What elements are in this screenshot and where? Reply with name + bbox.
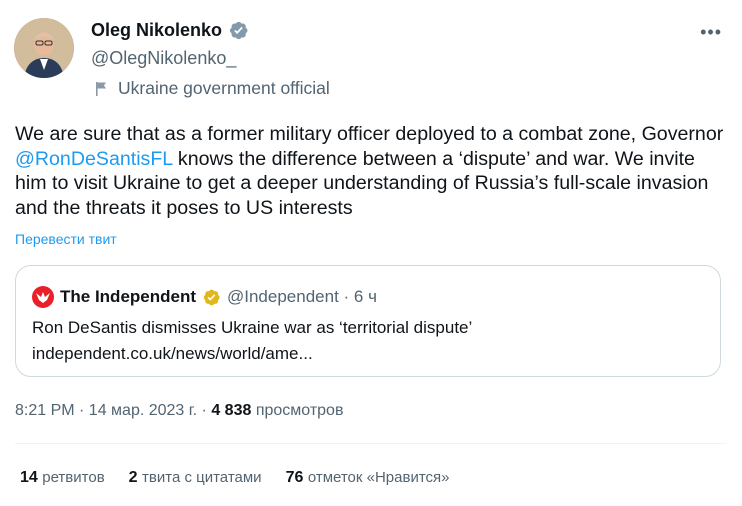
engagement-stats: 14 ретвитов 2 твита с цитатами 76 отмето… <box>20 469 474 487</box>
independent-eagle-logo <box>32 286 54 308</box>
quote-header: The Independent @Independent · 6 ч <box>32 286 377 308</box>
author-name-row: Oleg Nikolenko <box>91 20 249 41</box>
divider <box>15 443 727 444</box>
flag-icon <box>94 80 110 98</box>
gold-verified-badge-icon <box>202 288 221 307</box>
author-handle[interactable]: @OlegNikolenko_ <box>91 48 236 69</box>
mention-link[interactable]: @RonDeSantisFL <box>15 148 172 170</box>
more-options-button[interactable]: ••• <box>700 22 722 43</box>
likes-stat[interactable]: 76 отметок «Нравится» <box>286 469 450 487</box>
tweet-meta: 8:21 PM · 14 мар. 2023 г. · 4 838 просмо… <box>15 402 343 420</box>
likes-count: 76 <box>285 469 304 486</box>
quotes-count: 2 <box>128 469 138 486</box>
tweet-datetime[interactable]: 8:21 PM · 14 мар. 2023 г. · <box>15 402 211 419</box>
more-horizontal-icon: ••• <box>700 22 722 42</box>
retweets-label: ретвитов <box>42 469 105 486</box>
likes-label: отметок «Нравится» <box>307 469 450 486</box>
affiliation-label: Ukraine government official <box>94 78 330 99</box>
views-count: 4 838 <box>211 402 252 419</box>
retweets-count: 14 <box>20 469 38 486</box>
quote-handle-time: @Independent · 6 ч <box>227 287 377 306</box>
verified-badge-icon <box>228 20 249 41</box>
quote-text: Ron DeSantis dismisses Ukraine war as ‘t… <box>32 318 473 337</box>
affiliation-text: Ukraine government official <box>118 78 330 98</box>
translate-tweet-link[interactable]: Перевести твит <box>15 231 117 247</box>
retweets-stat[interactable]: 14 ретвитов <box>20 469 105 487</box>
tweet-text: We are sure that as a former military of… <box>15 122 730 220</box>
avatar[interactable] <box>14 18 74 78</box>
quote-link[interactable]: independent.co.uk/news/world/ame... <box>32 342 313 366</box>
views-label: просмотров <box>251 402 344 419</box>
quotes-label: твита с цитатами <box>142 469 262 486</box>
quote-tweet-card[interactable]: The Independent @Independent · 6 ч Ron D… <box>15 265 721 377</box>
author-name[interactable]: Oleg Nikolenko <box>91 20 222 41</box>
tweet-text-part: We are sure that as a former military of… <box>15 123 724 145</box>
quote-author-name: The Independent <box>60 287 196 306</box>
quotes-stat[interactable]: 2 твита с цитатами <box>129 469 262 487</box>
